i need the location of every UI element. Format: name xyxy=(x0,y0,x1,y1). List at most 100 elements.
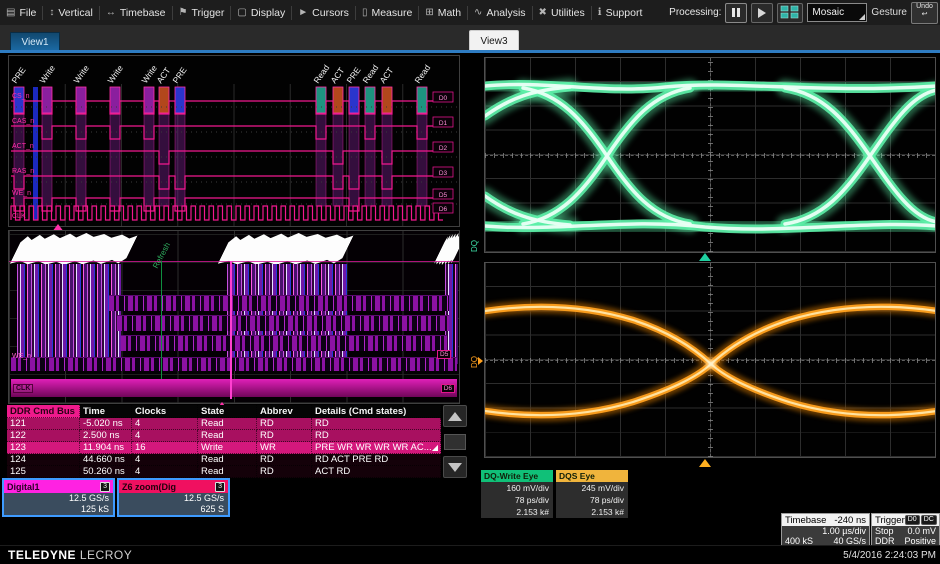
table-cell: -5.020 ns xyxy=(80,418,132,430)
zoom-overview-panel[interactable]: Refresh WE_n D5 CLK D6 xyxy=(8,230,460,404)
scroll-down-icon xyxy=(448,463,462,472)
processing-label: Processing: xyxy=(669,7,721,18)
support-icon: ℹ xyxy=(598,7,602,18)
we-signal-label: WE_n xyxy=(12,353,31,360)
cursors-icon: ► xyxy=(298,7,308,18)
dq-write-eye-panel[interactable] xyxy=(484,57,936,253)
zoom-cursor-line[interactable] xyxy=(230,261,232,399)
table-cell: RD ACT PRE RD xyxy=(312,454,441,466)
math-icon: ⊞ xyxy=(425,7,433,18)
menu-label: Utilities xyxy=(551,7,585,19)
cmd-label: Write xyxy=(71,63,91,85)
play-button[interactable] xyxy=(751,3,773,23)
col-header-state[interactable]: State xyxy=(198,405,257,418)
cmd-label: Write xyxy=(37,63,57,85)
channel-count-badge: 3 xyxy=(215,482,225,492)
bus-activity-row xyxy=(109,295,449,311)
menu-label: Vertical xyxy=(58,7,92,19)
mosaic-grid-button[interactable] xyxy=(777,3,803,23)
mosaic-dropdown[interactable]: Mosaic xyxy=(807,3,867,22)
table-cell: Read xyxy=(198,454,257,466)
menu-timebase[interactable]: ↔Timebase xyxy=(100,0,172,25)
menu-label: Analysis xyxy=(486,7,525,19)
menu-math[interactable]: ⊞ Math xyxy=(419,0,467,25)
col-header-details[interactable]: Details (Cmd states) xyxy=(312,405,441,418)
table-cell: Write xyxy=(198,442,257,454)
menu-label: Math xyxy=(438,7,461,19)
sample-rate: 12.5 GS/s xyxy=(4,493,113,504)
tab-view1[interactable]: View1 xyxy=(10,32,60,51)
trigger-coupling-badge: DC xyxy=(921,515,937,525)
tab-strip: View1 View3 xyxy=(0,25,940,53)
bottom-bar: TELEDYNE LECROY 5/4/2016 2:24:03 PM xyxy=(0,545,940,564)
timebase-delay: -240 ns xyxy=(834,515,866,526)
table-cell: 44.660 ns xyxy=(80,454,132,466)
undo-button[interactable]: Undo ↩ xyxy=(911,2,938,24)
pause-button[interactable] xyxy=(725,3,747,23)
scroll-down-button[interactable] xyxy=(443,456,467,478)
menu-measure[interactable]: ▯Measure xyxy=(356,0,418,25)
pause-icon xyxy=(732,8,735,17)
teledyne-lecroy-logo: TELEDYNE LECROY xyxy=(8,548,132,562)
channel-count-badge: 3 xyxy=(100,482,110,492)
cmd-label: Write xyxy=(139,63,159,85)
mosaic-grid-icon xyxy=(780,5,800,20)
menu-file[interactable]: ▤File xyxy=(0,0,42,25)
signal-label: CLK xyxy=(12,213,26,220)
timebase-summary[interactable]: Timebase -240 ns 1.00 µs/div 400 kS 40 G… xyxy=(781,513,870,548)
mosaic-dropdown-value: Mosaic xyxy=(812,7,844,18)
menu-analysis[interactable]: ∿Analysis xyxy=(468,0,532,25)
descriptor-dqs-eye[interactable]: DQS Eye 245 mV/div 78 ps/div 2.153 k# xyxy=(556,470,628,518)
descriptor-title: Z6 zoom(Dig xyxy=(122,482,176,492)
descriptor-title: Digital1 xyxy=(7,482,40,492)
channel-label: D3 xyxy=(439,170,448,177)
ddr-timing-panel[interactable]: PREWriteWriteWriteWriteACTPREReadACTPRER… xyxy=(8,55,460,227)
table-row[interactable]: 12550.260 ns4ReadRDACT RD xyxy=(7,466,441,478)
tab-underline xyxy=(0,50,940,53)
cmd-label: Read xyxy=(360,63,380,86)
record-length: 125 kS xyxy=(4,504,113,515)
descriptor-title: DQ-Write Eye xyxy=(484,471,538,481)
logo-lecroy: LECROY xyxy=(80,548,132,562)
table-row[interactable]: 121-5.020 ns4ReadRDRD xyxy=(7,418,441,430)
menu-bar: ▤File↕Vertical↔Timebase⚑Trigger▢Display►… xyxy=(0,0,940,26)
trigger-summary[interactable]: Trigger D0 DC Stop 0.0 mV DDR Positive xyxy=(871,513,940,548)
scrollbar-thumb[interactable] xyxy=(444,434,466,450)
clk-band: CLK D6 xyxy=(11,379,457,397)
menu-label: Cursors xyxy=(312,7,349,19)
table-cell: RD xyxy=(257,418,312,430)
menu-cursors[interactable]: ► Cursors xyxy=(292,0,355,25)
trigger-title: Trigger xyxy=(875,515,905,526)
descriptor-dq-write-eye[interactable]: DQ-Write Eye 160 mV/div 78 ps/div 2.153 … xyxy=(481,470,553,518)
h-scale: 78 ps/div xyxy=(556,494,628,506)
tab-view3[interactable]: View3 xyxy=(469,30,519,52)
col-header-abbrev[interactable]: Abbrev xyxy=(257,405,312,418)
menu-label: Support xyxy=(606,7,643,19)
display-icon: ▢ xyxy=(237,7,246,18)
table-row[interactable]: 1222.500 ns4ReadRDRD xyxy=(7,430,441,442)
cmd-label: PRE xyxy=(344,65,362,85)
dropdown-corner-icon xyxy=(859,14,865,20)
table-row[interactable]: 12444.660 ns4ReadRDRD ACT PRE RD xyxy=(7,454,441,466)
cmd-label: Read xyxy=(311,63,331,86)
menu-utilities[interactable]: ✖ Utilities xyxy=(533,0,591,25)
menu-support[interactable]: ℹ Support xyxy=(592,0,649,25)
menu-display[interactable]: ▢Display xyxy=(231,0,291,25)
dqs-eye-panel[interactable] xyxy=(484,262,936,458)
refresh-marker-line xyxy=(161,261,162,379)
signal-label: CAS_n xyxy=(12,118,34,125)
table-cell: PRE WR WR WR WR AC...◢ xyxy=(312,442,441,454)
vertical-icon: ↕ xyxy=(49,7,54,18)
col-header-clocks[interactable]: Clocks xyxy=(132,405,198,418)
descriptor-z6-zoom[interactable]: Z6 zoom(Dig 3 12.5 GS/s 625 S xyxy=(117,478,230,517)
scroll-up-button[interactable] xyxy=(443,405,467,427)
table-row[interactable]: 12311.904 ns16WriteWRPRE WR WR WR WR AC.… xyxy=(7,442,441,454)
col-header-time[interactable]: Time xyxy=(80,405,132,418)
menu-label: File xyxy=(19,7,36,19)
menu-trigger[interactable]: ⚑Trigger xyxy=(173,0,231,25)
datetime-display: 5/4/2016 2:24:03 PM xyxy=(843,550,936,561)
utilities-icon: ✖ xyxy=(539,7,547,18)
sweep-count: 2.153 k# xyxy=(481,506,553,518)
menu-vertical[interactable]: ↕ Vertical xyxy=(43,0,98,25)
descriptor-digital1[interactable]: Digital1 3 12.5 GS/s 125 kS xyxy=(2,478,115,517)
